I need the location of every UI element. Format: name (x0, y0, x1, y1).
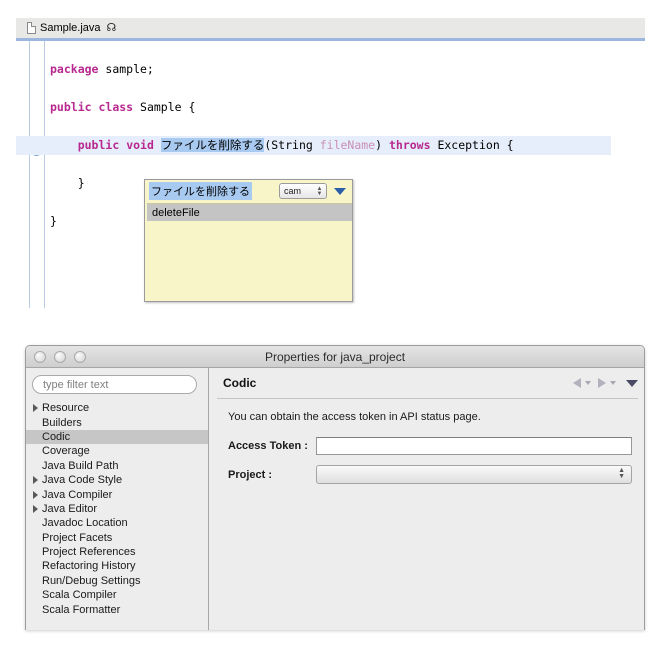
close-icon[interactable]: ☊ (107, 22, 117, 34)
tree-item-java-build-path[interactable]: Java Build Path (26, 459, 208, 473)
project-label: Project : (228, 468, 273, 481)
tree-item-label: Project Facets (42, 531, 113, 544)
package-name: sample; (98, 62, 154, 76)
keyword-public: public (50, 100, 92, 114)
keyword-package: package (50, 62, 99, 76)
gutter-divider-left (29, 41, 30, 308)
view-menu-icon[interactable] (626, 379, 638, 387)
settings-tree[interactable]: Resource Builders Codic Coverage Java Build … (26, 401, 208, 630)
search-input[interactable]: type filter text (32, 375, 197, 394)
tree-item-label: Scala Compiler (42, 589, 117, 602)
access-token-field[interactable] (316, 437, 632, 455)
tree-item-label: Java Code Style (42, 474, 123, 487)
case-style-value: cam (284, 186, 302, 196)
tree-item-label: Java Editor (42, 502, 98, 515)
codic-translate-popup[interactable]: ファイルを削除する cam ▲ ▼ deleteFile (144, 179, 353, 302)
popup-header: ファイルを削除する cam ▲ ▼ (145, 180, 352, 202)
tree-item-label: Coverage (42, 445, 90, 458)
tree-item-project-facets[interactable]: Project Facets (26, 531, 208, 545)
tree-item-coverage[interactable]: Coverage (26, 444, 208, 458)
tree-item-java-compiler[interactable]: Java Compiler (26, 487, 208, 501)
expand-arrow-icon[interactable] (33, 491, 42, 499)
forward-arrow-icon[interactable] (598, 378, 606, 388)
access-token-row: Access Token : (228, 437, 632, 455)
keyword-class: class (98, 100, 134, 114)
properties-dialog: Properties for java_project type filter … (25, 345, 645, 630)
nav-controls (573, 378, 638, 388)
popup-method-name[interactable]: ファイルを削除する (149, 182, 252, 200)
project-select[interactable]: ▲ ▼ (316, 465, 632, 484)
tree-item-label: Scala Formatter (42, 603, 121, 616)
tree-item-label: Java Build Path (42, 459, 119, 472)
page-header: Codic (209, 368, 644, 398)
tree-item-label: Java Compiler (42, 488, 113, 501)
list-item[interactable]: deleteFile (147, 204, 352, 221)
forward-history-caret-icon[interactable] (610, 381, 616, 385)
tree-item-label: Run/Debug Settings (42, 574, 141, 587)
class-close-brace: } (50, 214, 57, 228)
suggestion-list[interactable]: deleteFile (147, 203, 352, 300)
param-open: (String (264, 138, 320, 152)
tree-item-label: Builders (42, 416, 82, 429)
tree-item-run-debug-settings[interactable]: Run/Debug Settings (26, 574, 208, 588)
codic-settings-form: You can obtain the access token in API s… (209, 399, 644, 630)
stepper-icon: ▲ ▼ (618, 467, 625, 480)
code-line-class: public class Sample { (50, 98, 195, 117)
tree-item-java-editor[interactable]: Java Editor (26, 502, 208, 516)
tab-sample-java[interactable]: Sample.java ☊ (22, 18, 126, 38)
tree-item-java-code-style[interactable]: Java Code Style (26, 473, 208, 487)
dropdown-triangle-icon[interactable] (334, 187, 346, 195)
class-name: Sample { (133, 100, 196, 114)
tree-item-javadoc-location[interactable]: Javadoc Location (26, 516, 208, 530)
dialog-body: type filter text Resource Builders Codic Co… (26, 368, 644, 630)
exception-tail: Exception { (430, 138, 514, 152)
tree-item-builders[interactable]: Builders (26, 415, 208, 429)
expand-arrow-icon[interactable] (33, 404, 42, 412)
tree-item-label: Refactoring History (42, 560, 136, 573)
tree-item-scala-compiler[interactable]: Scala Compiler (26, 588, 208, 602)
code-line-package: package sample; (50, 60, 154, 79)
java-file-icon (27, 22, 36, 34)
back-arrow-icon[interactable] (573, 378, 581, 388)
settings-tree-pane: type filter text Resource Builders Codic Co… (26, 368, 208, 630)
tree-item-label: Resource (42, 402, 90, 415)
indent-1 (50, 138, 78, 152)
param-close: ) (375, 138, 389, 152)
case-style-select[interactable]: cam ▲ ▼ (279, 183, 327, 199)
project-row: Project : ▲ ▼ (228, 465, 632, 484)
keyword-throws: throws (388, 138, 431, 152)
tab-label: Sample.java (40, 22, 101, 34)
stepper-icon: ▲ ▼ (316, 185, 323, 197)
expand-arrow-icon[interactable] (33, 505, 42, 513)
settings-detail-pane: Codic You can obtain the access token in… (209, 368, 644, 630)
keyword-public-2: public (77, 138, 120, 152)
tree-item-scala-formatter[interactable]: Scala Formatter (26, 602, 208, 616)
tree-item-codic[interactable]: Codic (26, 429, 208, 445)
back-history-caret-icon[interactable] (585, 381, 591, 385)
selected-method-name[interactable]: ファイルを削除する (160, 138, 265, 152)
code-line-method-signature: public void ファイルを削除する(String fileName) t… (50, 136, 514, 155)
access-token-label: Access Token : (228, 440, 308, 452)
tree-item-refactoring-history[interactable]: Refactoring History (26, 559, 208, 573)
code-line-class-close: } (50, 212, 57, 231)
expand-arrow-icon[interactable] (33, 476, 42, 484)
form-description: You can obtain the access token in API s… (228, 411, 481, 423)
tree-item-resource[interactable]: Resource (26, 401, 208, 415)
tree-item-project-references[interactable]: Project References (26, 545, 208, 559)
parameter-filename: fileName (319, 138, 376, 152)
space-3 (154, 138, 161, 152)
keyword-void: void (126, 138, 154, 152)
tree-item-label: Codic (42, 430, 71, 443)
gutter-divider-right (44, 41, 45, 308)
dialog-titlebar[interactable]: Properties for java_project (26, 346, 644, 368)
code-line-method-close: } (50, 174, 85, 193)
tree-item-label: Javadoc Location (42, 517, 128, 530)
method-close-brace: } (50, 176, 85, 190)
tree-item-label: Project References (42, 546, 136, 559)
page-title: Codic (223, 376, 257, 390)
dialog-title: Properties for java_project (264, 349, 406, 364)
